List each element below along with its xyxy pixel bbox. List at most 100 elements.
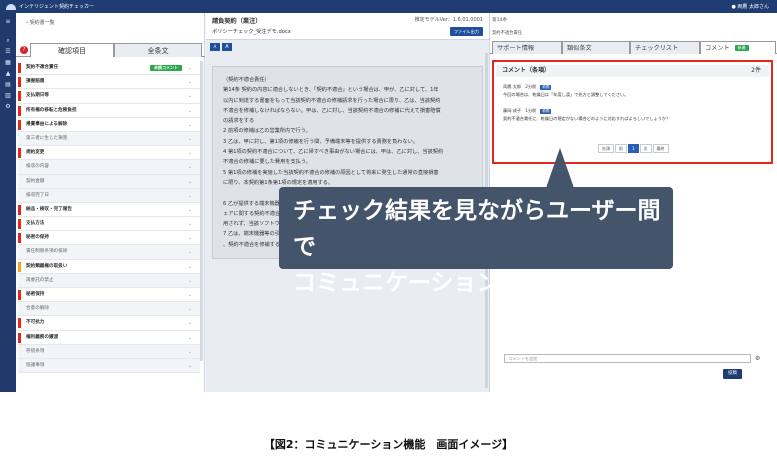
comment-count: 2件 (751, 67, 761, 74)
contract-line: の請求をする (223, 118, 255, 125)
chevron-down-icon[interactable]: ⌄ (188, 260, 192, 274)
chevron-down-icon[interactable]: ⌄ (188, 160, 192, 174)
check-item[interactable]: 規約変更 ⌄ (18, 146, 200, 161)
chevron-down-icon[interactable]: ⌄ (188, 359, 192, 373)
status-badge: 新規 (540, 109, 552, 114)
check-item-label: 責任制限条項の排除 (26, 249, 68, 255)
file-export-button[interactable]: ファイル出力 (449, 27, 483, 36)
check-item[interactable]: 秘密の保持 ⌄ (18, 231, 200, 246)
page-next[interactable]: 次 (639, 144, 652, 153)
menu-icon[interactable]: ≡ (5, 19, 11, 25)
severity-marker (18, 318, 21, 329)
check-item[interactable]: 損害賠償 ⌄ (18, 75, 200, 90)
scrollbar[interactable] (200, 61, 203, 361)
chevron-down-icon[interactable]: ⌄ (188, 146, 192, 160)
page-first[interactable]: 先頭 (598, 144, 614, 153)
chevron-down-icon[interactable]: ⌄ (188, 245, 192, 259)
check-item[interactable]: 存続条項 ⌄ (18, 344, 200, 359)
grid-icon[interactable]: ▦ (5, 60, 11, 66)
check-item-label: 再委託の禁止 (26, 277, 54, 283)
tab-all-clauses[interactable]: 全条文 (114, 43, 202, 57)
check-item[interactable]: 検収の内容 ⌄ (18, 160, 200, 175)
chevron-down-icon[interactable]: ⌄ (188, 231, 192, 245)
chevron-down-icon[interactable]: ⌄ (188, 61, 192, 75)
check-item-label: 検収完了日 (26, 192, 49, 198)
user-name[interactable]: ● 両鷹 太郎さん (731, 3, 769, 10)
chevron-down-icon[interactable]: ⌄ (188, 89, 192, 103)
check-item[interactable]: 合意の解除 ⌄ (18, 302, 200, 317)
check-item[interactable]: 検収完了日 ⌄ (18, 188, 200, 203)
chevron-down-icon[interactable]: ⌄ (188, 331, 192, 345)
comment-input[interactable]: コメントを追加 (504, 354, 751, 363)
check-item-label: 第三者に生じた損害 (26, 135, 68, 141)
check-item-label: 権利義務の譲渡 (26, 334, 59, 340)
post-button[interactable]: 投稿 (723, 369, 742, 379)
severity-marker (18, 105, 21, 116)
contract-line: 3 乙は、甲に対し、第1項の修補を行う間、予備端末等を提供する責務を負わない。 (223, 138, 419, 145)
tab-checklist[interactable]: チェックリスト (630, 41, 700, 54)
app-logo: インテリジェント契約チェッカー (6, 3, 94, 10)
chevron-down-icon[interactable]: ⌄ (188, 302, 192, 316)
check-item[interactable]: 権利義務の譲渡 ⌄ (18, 331, 200, 345)
logo-icon (6, 3, 16, 10)
chart-icon[interactable]: ▥ (5, 93, 11, 99)
check-item[interactable]: 契約不適合責任 未読コメント ⌄ (18, 61, 200, 76)
chevron-down-icon[interactable]: ⌄ (188, 217, 192, 231)
comment-meta: 藤岡 成子 1分前 新規 (503, 108, 552, 114)
upload-icon[interactable]: ▲ (5, 71, 11, 77)
check-item-label: 納品・検収・完了報告 (26, 206, 72, 212)
tab-comment[interactable]: コメント 新着 (700, 41, 776, 54)
page-prev[interactable]: 前 (615, 144, 627, 153)
chevron-down-icon[interactable]: ⌄ (188, 345, 192, 359)
comment-panel: コメント（条項） 2件 両鷹 太郎 2分前 新規 今回の場合は、乾燥日は「年度し渡… (492, 60, 773, 164)
page-current[interactable]: 1 (628, 144, 639, 153)
contract-line: 以内に到達する書面をもって当該契約不適合の修補請求を行った場合に限り、乙は、当該… (223, 97, 441, 104)
tab-support-info[interactable]: サポート情報 (492, 41, 562, 54)
chevron-down-icon[interactable]: ⌄ (188, 189, 192, 203)
list-icon[interactable]: ☰ (5, 49, 11, 55)
chevron-down-icon[interactable]: ⌄ (188, 104, 192, 118)
check-item[interactable]: 所有権の移転と危険負担 ⌄ (18, 104, 200, 118)
document-header: 請負契約（業注） ポリシーチェック_受注デモ.docx 推定モデルVer：1.6… (206, 13, 489, 40)
check-item[interactable]: 第三者に生じた損害 ⌄ (18, 131, 200, 147)
settings-icon[interactable]: ⚙ (5, 104, 11, 110)
check-item[interactable]: 契約金額 ⌄ (18, 174, 200, 189)
check-item[interactable]: 秘密保持 ⌄ (18, 288, 200, 303)
left-tabs: 確認項目 全条文 (16, 43, 205, 57)
contract-line: 2 前項の修補は乙の営業所内で行う。 (223, 128, 311, 135)
breadcrumb[interactable]: ‹ 契約書一覧 (26, 19, 55, 26)
check-item[interactable]: 契約類義権の取扱い ⌄ (18, 260, 200, 274)
attach-icon[interactable]: ⚙ (755, 355, 760, 362)
font-size-tools: A A (210, 43, 232, 51)
chevron-down-icon[interactable]: ⌄ (188, 75, 192, 89)
tab-similar-clauses[interactable]: 類似条文 (562, 41, 630, 54)
check-item-label: 検収の内容 (26, 164, 49, 170)
chevron-down-icon[interactable]: ⌄ (188, 175, 192, 189)
chevron-down-icon[interactable]: ⌄ (188, 118, 192, 132)
chevron-down-icon[interactable]: ⌄ (188, 274, 192, 288)
font-increase-button[interactable]: A (222, 43, 232, 51)
check-item-label: 契約類義権の取扱い (26, 263, 68, 269)
chevron-down-icon[interactable]: ⌄ (188, 316, 192, 330)
check-item[interactable]: 協議事項 ⌄ (18, 358, 200, 374)
document-icon[interactable]: ▤ (5, 82, 11, 88)
tab-check-items[interactable]: 確認項目 (30, 43, 114, 57)
check-item[interactable]: 支払方法 ⌄ (18, 217, 200, 232)
page-last[interactable]: 最終 (652, 144, 669, 153)
chevron-down-icon[interactable]: ⌄ (188, 132, 192, 146)
font-decrease-button[interactable]: A (210, 43, 220, 51)
check-item-label: 協議事項 (26, 362, 45, 368)
check-item[interactable]: 不可抗力 ⌄ (18, 316, 200, 331)
contract-line: 5 第1項の修補を実施した当該契約不適合の修補の原因として将来に発生した通常の直… (223, 169, 439, 176)
chevron-down-icon[interactable]: ⌄ (188, 203, 192, 217)
user-icon: ● (731, 4, 736, 10)
check-item[interactable]: 帰責事由による解除 ⌄ (18, 118, 200, 132)
check-item-label: 損害賠償 (26, 79, 45, 85)
check-item[interactable]: 納品・検収・完了報告 ⌄ (18, 203, 200, 218)
check-item[interactable]: 支払期日等 ⌄ (18, 89, 200, 104)
check-item-list: 契約不適合責任 未読コメント ⌄ 損害賠償 ⌄ 支払期日等 ⌄ 所有権の移転と危険負担 ⌄ 帰責事… (18, 61, 200, 374)
check-item[interactable]: 再委託の禁止 ⌄ (18, 273, 200, 288)
search-icon[interactable]: ⌕ (5, 38, 11, 44)
check-item[interactable]: 責任制限条項の排除 ⌄ (18, 245, 200, 260)
chevron-down-icon[interactable]: ⌄ (188, 288, 192, 302)
